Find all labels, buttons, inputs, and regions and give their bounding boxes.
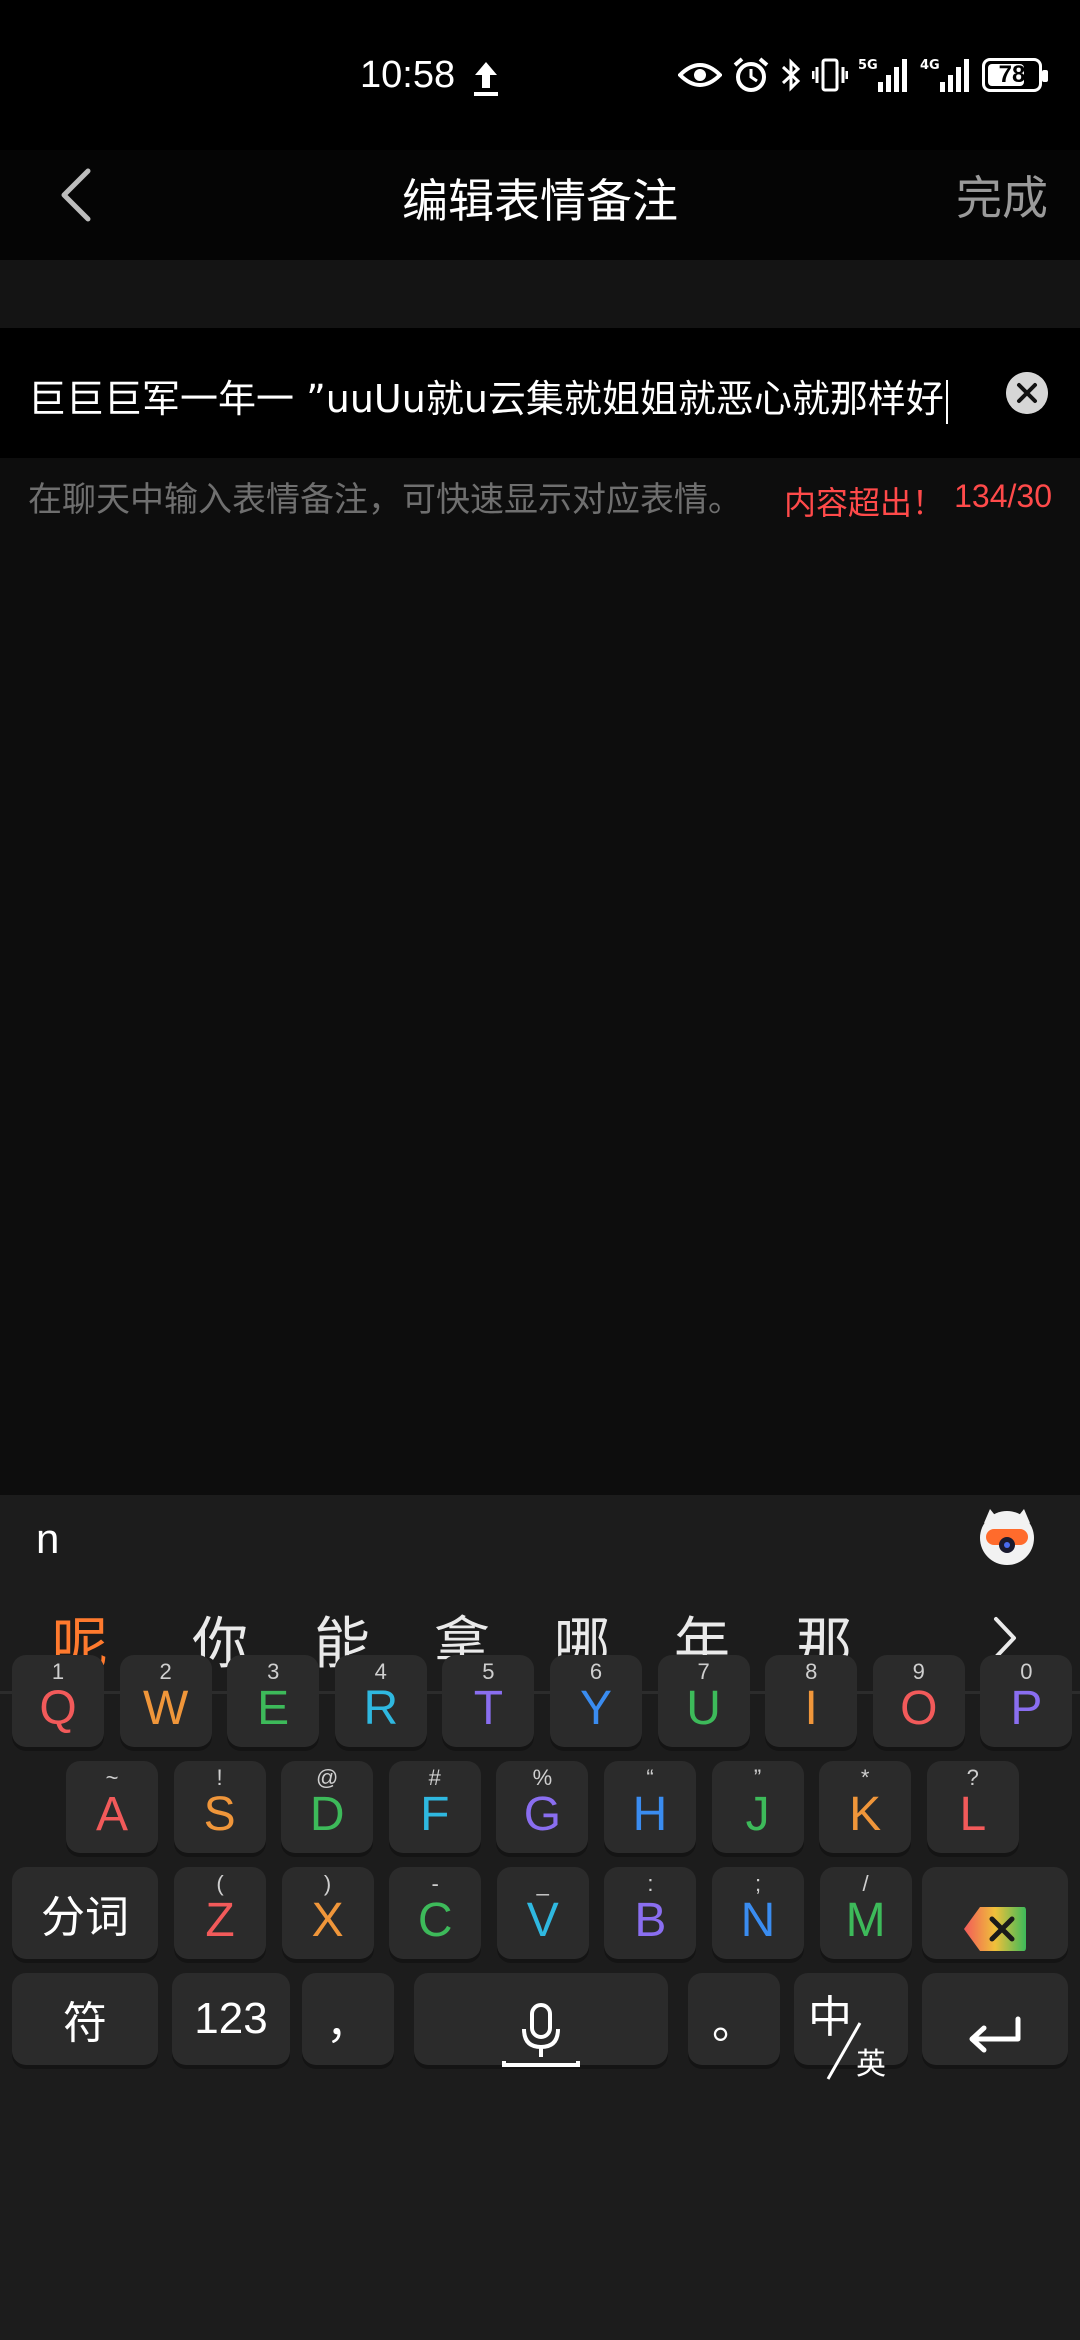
- key-z[interactable]: (Z: [174, 1867, 266, 1959]
- key-primary-label: I: [804, 1682, 818, 1735]
- signal-5g-icon: 5G: [858, 58, 907, 92]
- signal-4g-icon: 4G: [920, 58, 969, 92]
- key-d[interactable]: @ D: [281, 1761, 374, 1853]
- key-l[interactable]: ? L: [926, 1761, 1019, 1853]
- backspace-key[interactable]: [922, 1867, 1068, 1959]
- key-primary-label: Z: [205, 1894, 235, 1947]
- key-primary-label: G: [523, 1788, 562, 1841]
- key-b[interactable]: :B: [604, 1867, 697, 1959]
- bluetooth-icon: [781, 58, 801, 92]
- key-primary-label: J: [745, 1788, 770, 1841]
- key-primary-label: N: [740, 1894, 776, 1947]
- keyboard: n 呢 你 能 拿 哪 年 那 1Q2W3E4R5T6Y7U8I9O0P ~ A!…: [0, 1495, 1080, 2340]
- key-g[interactable]: % G: [496, 1761, 589, 1853]
- language-switch-key[interactable]: 中 英: [794, 1973, 908, 2082]
- key-primary-label: O: [900, 1682, 938, 1735]
- svg-text:4G: 4G: [920, 58, 940, 73]
- enter-icon: [969, 2016, 1021, 2053]
- key-i[interactable]: 8I: [765, 1655, 858, 1747]
- segment-key[interactable]: 分词: [12, 1867, 158, 1959]
- period-key-label: 。: [712, 1998, 756, 2049]
- key-x[interactable]: ) X: [281, 1867, 374, 1959]
- status-bar: 10:58 5G 4G 78: [0, 0, 1080, 150]
- space-key[interactable]: [414, 1973, 668, 2067]
- eye-icon: [678, 63, 722, 87]
- key-primary-label: A: [95, 1788, 128, 1841]
- section-gap: [0, 260, 1080, 328]
- key-primary-label: U: [686, 1682, 721, 1735]
- numbers-key[interactable]: 123: [172, 1973, 290, 2065]
- key-c[interactable]: -C: [389, 1867, 482, 1959]
- microphone-icon: [502, 2003, 580, 2067]
- overflow-warning: 内容超出！: [784, 484, 945, 522]
- key-primary-label: M: [845, 1894, 886, 1947]
- key-primary-label: W: [142, 1682, 189, 1735]
- alarm-icon: [733, 57, 769, 92]
- key-primary-label: Q: [39, 1682, 77, 1735]
- key-primary-label: T: [473, 1682, 504, 1735]
- comma-key-label: ，: [326, 1998, 370, 2049]
- key-primary-label: Y: [579, 1682, 612, 1735]
- key-k[interactable]: * K: [819, 1761, 912, 1853]
- svg-text:5G: 5G: [858, 58, 878, 73]
- upload-icon: [474, 62, 498, 96]
- key-primary-label: P: [1010, 1682, 1043, 1735]
- key-primary-label: B: [634, 1894, 667, 1947]
- battery-level-text: 78: [998, 61, 1026, 88]
- key-q[interactable]: 1Q: [12, 1655, 104, 1747]
- key-e[interactable]: 3E: [227, 1655, 320, 1747]
- key-v[interactable]: _ V: [496, 1867, 589, 1959]
- key-primary-label: C: [417, 1894, 453, 1947]
- period-key[interactable]: 。: [688, 1973, 780, 2065]
- symbol-key[interactable]: 符: [12, 1973, 158, 2065]
- key-primary-label: D: [309, 1788, 345, 1841]
- enter-key[interactable]: [922, 1973, 1068, 2065]
- key-n[interactable]: ; N: [712, 1867, 804, 1959]
- battery-icon: 78: [982, 58, 1048, 92]
- key-primary-label: K: [849, 1788, 882, 1841]
- key-f[interactable]: # F: [388, 1761, 481, 1853]
- key-y[interactable]: 6Y: [550, 1655, 642, 1747]
- composing-text: n: [36, 1515, 60, 1562]
- key-primary-label: H: [632, 1788, 668, 1841]
- backspace-icon: [964, 1907, 1026, 1951]
- clear-input-icon[interactable]: [1006, 372, 1048, 414]
- hint-text: 在聊天中输入表情备注，可快速显示对应表情。: [28, 480, 742, 520]
- key-primary-label: L: [959, 1788, 987, 1841]
- key-primary-label: F: [420, 1788, 450, 1841]
- key-primary-label: X: [311, 1894, 344, 1947]
- key-j[interactable]: ” J: [711, 1761, 804, 1853]
- vibrate-icon: [812, 58, 848, 92]
- key-a[interactable]: ~ A: [66, 1761, 158, 1853]
- key-r[interactable]: 4R: [334, 1655, 427, 1747]
- status-time: 10:58: [360, 54, 456, 96]
- key-w[interactable]: 2W: [119, 1655, 212, 1747]
- key-o[interactable]: 9O: [872, 1655, 965, 1747]
- key-primary-label: E: [257, 1682, 290, 1735]
- segment-key-label: 分词: [41, 1892, 129, 1943]
- key-s[interactable]: ! S: [173, 1761, 266, 1853]
- done-button[interactable]: 完成: [956, 162, 1048, 228]
- comma-key[interactable]: ，: [302, 1973, 394, 2065]
- key-primary-label: R: [363, 1682, 399, 1735]
- lang-sub-label: 英: [856, 2047, 886, 2082]
- page-title: 编辑表情备注: [402, 174, 678, 228]
- symbol-key-label: 符: [63, 1998, 107, 2049]
- key-u[interactable]: 7U: [657, 1655, 750, 1747]
- key-p[interactable]: 0P: [980, 1655, 1073, 1747]
- mascot-icon[interactable]: [976, 1505, 1038, 1567]
- key-t[interactable]: 5T: [442, 1655, 535, 1747]
- note-input[interactable]: 巨巨巨军一年一 ”uuUu就u云集就姐姐就恶心就那样好: [28, 368, 1008, 424]
- key-h[interactable]: “H: [604, 1761, 696, 1853]
- key-primary-label: S: [203, 1788, 236, 1841]
- numbers-key-label: 123: [194, 1994, 268, 2043]
- text-caret: [945, 379, 948, 424]
- note-input-row[interactable]: 巨巨巨军一年一 ”uuUu就u云集就姐姐就恶心就那样好: [0, 328, 1080, 458]
- app-screen: 10:58 5G 4G 78 编辑表情备注 完成 巨巨巨军一年一 ”uuUu就u…: [0, 0, 1080, 2340]
- key-m[interactable]: / M: [819, 1867, 912, 1959]
- status-icons: 5G 4G 78: [678, 56, 1048, 94]
- char-counter: 134/30: [954, 478, 1052, 514]
- note-input-value: 巨巨巨军一年一 ”uuUu就u云集就姐姐就恶心就那样好: [28, 377, 944, 421]
- key-primary-label: V: [526, 1894, 559, 1947]
